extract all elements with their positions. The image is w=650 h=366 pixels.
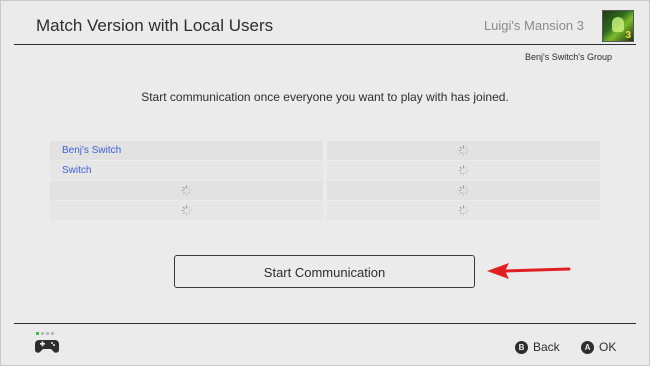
player-name: Switch xyxy=(62,165,92,176)
player-slot xyxy=(327,141,600,160)
player-slot xyxy=(50,181,323,200)
back-button[interactable]: B Back xyxy=(515,340,560,354)
red-arrow-icon xyxy=(487,263,571,279)
loading-spinner-icon xyxy=(181,205,192,216)
group-name: Benj's Switch's Group xyxy=(525,52,612,62)
b-button-icon: B xyxy=(515,340,528,354)
ok-label: OK xyxy=(599,340,617,354)
loading-spinner-icon xyxy=(458,165,469,176)
player-row: Benj's Switch xyxy=(50,141,600,160)
player-row xyxy=(50,201,600,220)
ok-button[interactable]: A OK xyxy=(581,340,616,354)
start-communication-button[interactable]: Start Communication xyxy=(174,255,475,288)
header-bar: Match Version with Local Users Luigi's M… xyxy=(14,0,636,45)
game-cover-icon: 3 xyxy=(602,10,634,42)
player-slot xyxy=(327,161,600,180)
page-title: Match Version with Local Users xyxy=(36,16,274,35)
loading-spinner-icon xyxy=(458,205,469,216)
player-name: Benj's Switch xyxy=(62,145,122,156)
loading-spinner-icon xyxy=(458,185,469,196)
loading-spinner-icon xyxy=(181,185,192,196)
player-slot xyxy=(327,181,600,200)
game-title: Luigi's Mansion 3 xyxy=(483,18,584,33)
player-slot: Benj's Switch xyxy=(50,141,323,160)
instruction-message: Start communication once everyone you wa… xyxy=(141,90,509,104)
footer-bar xyxy=(14,323,636,324)
player-row: Switch xyxy=(50,161,600,180)
player-slot xyxy=(327,201,600,220)
player-slot xyxy=(50,201,323,220)
player-row xyxy=(50,181,600,200)
player-slot: Switch xyxy=(50,161,323,180)
gamepad-icon xyxy=(35,340,59,353)
back-label: Back xyxy=(533,340,560,354)
players-grid: Benj's Switch Switch xyxy=(50,141,600,221)
a-button-icon: A xyxy=(581,340,594,354)
loading-spinner-icon xyxy=(458,145,469,156)
